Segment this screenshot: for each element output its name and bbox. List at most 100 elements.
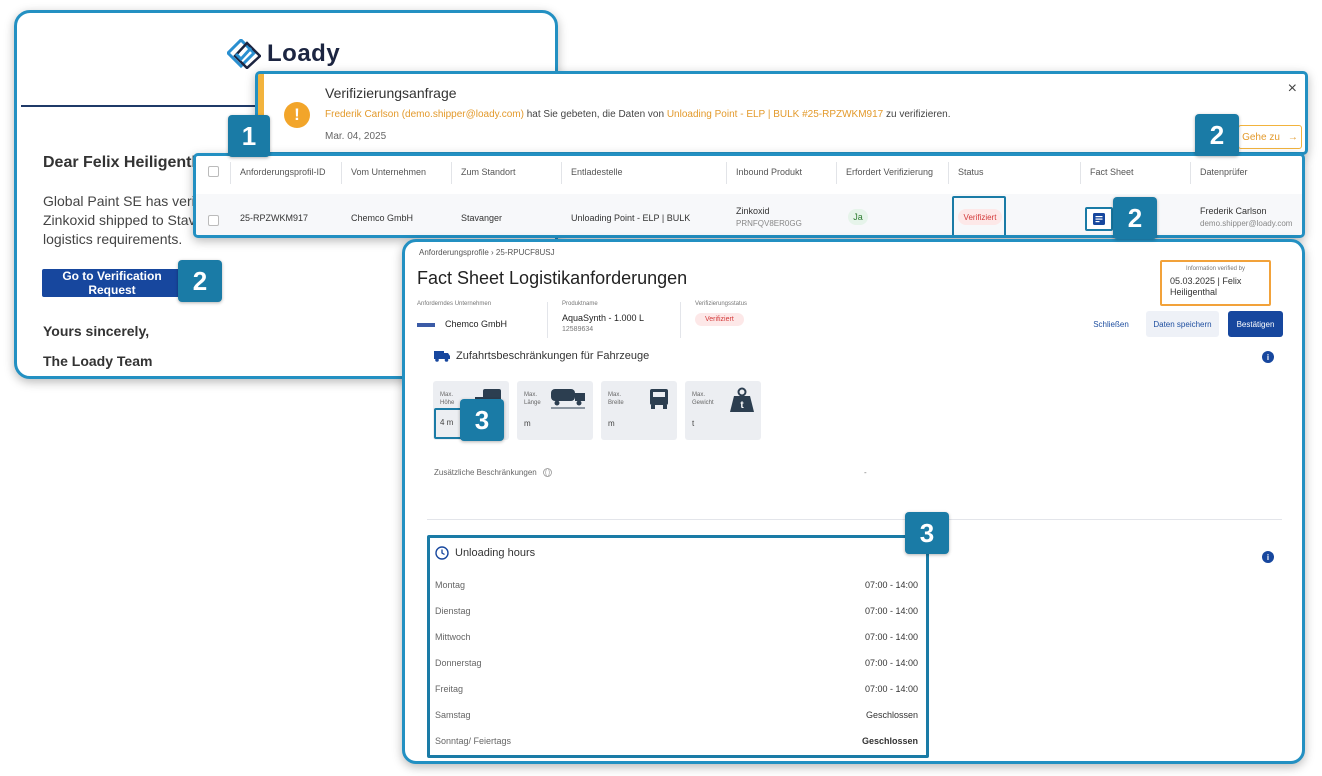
section-title-text: Zufahrtsbeschränkungen für Fahrzeuge — [456, 350, 650, 362]
info-icon[interactable]: i — [1262, 351, 1274, 363]
cell-location: Stavanger — [461, 213, 503, 223]
stage: Loady Dear Felix Heiligenthal, Global Pa… — [0, 0, 1322, 776]
step-badge: 2 — [1195, 114, 1239, 156]
company-label: Anforderndes Unternehmen — [417, 301, 492, 307]
requires-verification-badge: Ja — [848, 209, 868, 225]
status-highlight — [952, 196, 1006, 235]
info-icon[interactable]: i — [1262, 551, 1274, 563]
day-label: Freitag — [435, 684, 464, 694]
product-value: AquaSynth - 1.000 L — [562, 313, 645, 323]
loady-logo: Loady — [227, 39, 340, 69]
row-checkbox[interactable] — [208, 215, 219, 226]
meta-divider — [547, 302, 548, 338]
hours-row: Samstag Geschlossen — [435, 710, 918, 720]
column-separator — [948, 162, 949, 184]
requester-link[interactable]: Frederik Carlson (demo.shipper@loady.com… — [325, 109, 524, 120]
fact-sheet-button[interactable] — [1085, 207, 1113, 231]
unloading-hours-section: Unloading hours Montag 07:00 - 14:00 Dien… — [427, 535, 929, 758]
column-header[interactable]: Datenprüfer — [1200, 167, 1248, 177]
column-header[interactable]: Inbound Produkt — [736, 167, 802, 177]
column-separator — [561, 162, 562, 184]
section-divider — [427, 519, 1282, 520]
cell-reviewer: Frederik Carlson demo.shipper@loady.com — [1200, 206, 1292, 228]
additional-restrictions-value: - — [864, 468, 867, 477]
step-badge: 3 — [460, 399, 504, 441]
time-value: Geschlossen — [861, 736, 918, 746]
time-value: 07:00 - 14:00 — [864, 606, 918, 616]
truck-length-icon — [551, 389, 585, 409]
time-value: Geschlossen — [865, 710, 918, 720]
company-value-wrap: Chemco GmbH — [417, 319, 507, 329]
cell-id: 25-RPZWKM917 — [240, 213, 309, 223]
step-badge: 2 — [1113, 197, 1157, 239]
time-value: 07:00 - 14:00 — [864, 580, 918, 590]
hours-row: Dienstag 07:00 - 14:00 — [435, 606, 918, 616]
goto-label: Gehe zu — [1242, 131, 1280, 143]
additional-restrictions: Zusätzliche Beschränkungen — [434, 468, 552, 477]
max-weight-value[interactable]: t — [692, 419, 694, 428]
day-label: Montag — [435, 580, 466, 590]
day-label: Sonntag/ Feiertags — [435, 736, 512, 746]
close-button[interactable]: Schließen — [1085, 311, 1137, 337]
fact-sheet-panel: Anforderungsprofile › 25-RPUCF8USJ Fact … — [402, 239, 1305, 764]
step-badge: 2 — [178, 260, 222, 302]
time-value: 07:00 - 14:00 — [864, 684, 918, 694]
email-signature: The Loady Team — [43, 353, 153, 369]
hours-row: Freitag 07:00 - 14:00 — [435, 684, 918, 694]
hours-row: Montag 07:00 - 14:00 — [435, 580, 918, 590]
step-badge: 1 — [228, 115, 270, 157]
loady-logo-icon — [227, 39, 261, 69]
cell-company: Chemco GmbH — [351, 213, 414, 223]
max-width-value[interactable]: m — [608, 419, 615, 428]
hours-row: Mittwoch 07:00 - 14:00 — [435, 632, 918, 642]
additional-restrictions-label: Zusätzliche Beschränkungen — [434, 468, 537, 477]
arrow-right-icon: → — [1287, 131, 1298, 143]
go-to-verification-button[interactable]: Go to Verification Request — [42, 269, 182, 297]
card-label: Max. Höhe — [440, 392, 455, 406]
column-header[interactable]: Erfordert Verifizierung — [846, 167, 933, 177]
max-width-card: Max. Breite m — [601, 381, 677, 440]
verification-notification: ! Verifizierungsanfrage Frederik Carlson… — [255, 71, 1308, 155]
column-header[interactable]: Entladestelle — [571, 167, 623, 177]
clock-icon — [435, 546, 449, 560]
confirm-button[interactable]: Bestätigen — [1228, 311, 1283, 337]
reviewer-name: Frederik Carlson — [1200, 206, 1267, 216]
max-weight-card: Max. Gewicht t t — [685, 381, 761, 440]
product-code: 12589634 — [562, 326, 594, 333]
product-meta: Produktname AquaSynth - 1.000 L 12589634 — [562, 301, 644, 333]
company-value: Chemco GmbH — [445, 319, 508, 329]
day-label: Dienstag — [435, 606, 471, 616]
column-header[interactable]: Vom Unternehmen — [351, 167, 426, 177]
breadcrumb[interactable]: Anforderungsprofile › 25-RPUCF8USJ — [419, 248, 555, 257]
time-value: 07:00 - 14:00 — [864, 658, 918, 668]
column-separator — [451, 162, 452, 184]
close-icon[interactable]: × — [1288, 80, 1297, 98]
column-separator — [726, 162, 727, 184]
goto-button[interactable]: Gehe zu → — [1238, 125, 1302, 149]
verification-label: Verifizierungsstatus — [695, 301, 748, 307]
column-header[interactable]: Zum Standort — [461, 167, 516, 177]
message-end: zu verifizieren. — [883, 109, 951, 120]
hours-row: Sonntag/ Feiertags Geschlossen — [435, 736, 918, 746]
max-length-value[interactable]: m — [524, 419, 531, 428]
save-button[interactable]: Daten speichern — [1146, 311, 1219, 337]
section-vehicle-restrictions: Zufahrtsbeschränkungen für Fahrzeuge — [434, 350, 649, 362]
column-header[interactable]: Fact Sheet — [1090, 167, 1134, 177]
notification-message: Frederik Carlson (demo.shipper@loady.com… — [325, 109, 950, 120]
column-separator — [1190, 162, 1191, 184]
reviewer-email: demo.shipper@loady.com — [1200, 219, 1293, 228]
column-header[interactable]: Anforderungsprofil-ID — [240, 167, 326, 177]
column-separator — [836, 162, 837, 184]
column-separator — [341, 162, 342, 184]
product-name: Zinkoxid — [736, 206, 770, 216]
column-separator — [230, 162, 231, 184]
column-separator — [1080, 162, 1081, 184]
target-link[interactable]: Unloading Point - ELP | BULK #25-RPZWKM9… — [667, 109, 883, 120]
message-middle: hat Sie gebeten, die Daten von — [523, 109, 667, 120]
day-label: Mittwoch — [435, 632, 471, 642]
verified-value: 05.03.2025 | Felix Heiligenthal — [1170, 276, 1242, 297]
column-header[interactable]: Status — [958, 167, 984, 177]
notification-title: Verifizierungsanfrage — [325, 85, 457, 101]
truck-icon — [434, 351, 450, 362]
select-all-checkbox[interactable] — [208, 166, 219, 177]
